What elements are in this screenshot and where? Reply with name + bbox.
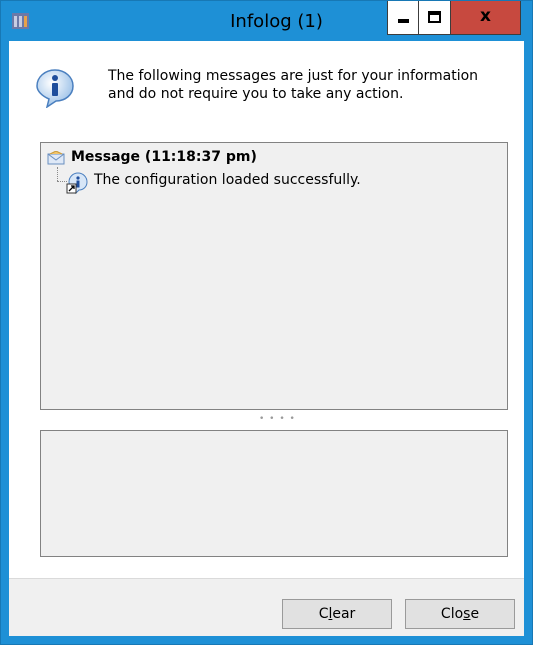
close-button[interactable]: Close [405, 599, 515, 629]
intro-message: The following messages are just for your… [108, 68, 479, 102]
clear-button[interactable]: Clear [282, 599, 392, 629]
infolog-window: Infolog (1) x The following messages are… [0, 0, 533, 645]
splitter-grip[interactable]: • • • • [259, 414, 296, 424]
maximize-icon [428, 11, 441, 23]
message-detail-panel[interactable] [40, 430, 508, 557]
maximize-button[interactable] [419, 1, 451, 35]
info-shortcut-icon [66, 172, 88, 194]
envelope-icon [47, 151, 65, 165]
close-icon: x [480, 6, 491, 26]
info-icon [36, 69, 74, 108]
button-bar: Clear Close [9, 578, 524, 636]
title-bar[interactable]: Infolog (1) x [1, 1, 532, 41]
message-tree[interactable]: Message (11:18:37 pm) The configuration … [40, 142, 508, 410]
minimize-button[interactable] [387, 1, 419, 35]
dialog-body: The following messages are just for your… [9, 41, 524, 636]
tree-connector [57, 167, 58, 181]
close-window-button[interactable]: x [451, 1, 521, 35]
message-group-label: Message (11:18:37 pm) [71, 149, 257, 165]
message-item-text[interactable]: The configuration loaded successfully. [94, 172, 361, 188]
minimize-icon [398, 19, 409, 23]
